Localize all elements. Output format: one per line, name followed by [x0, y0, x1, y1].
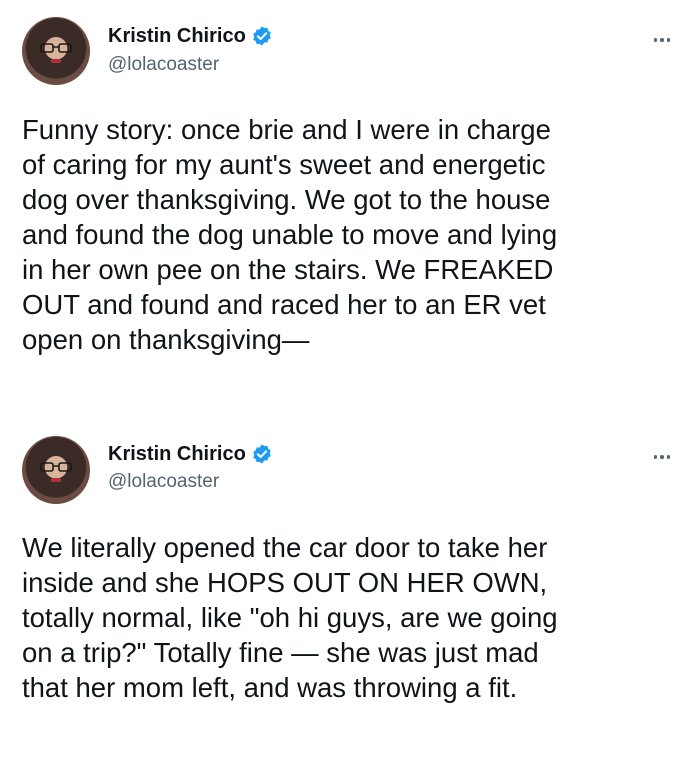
- author-name-row: Kristin Chirico: [108, 24, 273, 48]
- author-handle[interactable]: @lolacoaster: [108, 53, 219, 77]
- tweet-text: Funny story: once brie and I were in cha…: [22, 114, 558, 355]
- more-options-icon[interactable]: [646, 30, 678, 50]
- avatar-lips: [51, 478, 61, 482]
- verified-badge-icon: [253, 26, 271, 46]
- author-avatar[interactable]: [22, 17, 90, 85]
- glasses-icon: [40, 43, 72, 53]
- more-options-icon[interactable]: [646, 447, 678, 467]
- avatar-lips: [51, 59, 61, 63]
- tweet-2[interactable]: Kristin Chirico @lolacoaster We literall…: [0, 418, 700, 759]
- author-handle[interactable]: @lolacoaster: [108, 470, 219, 494]
- glasses-icon: [40, 462, 72, 472]
- author-name-row: Kristin Chirico: [108, 442, 273, 466]
- tweet-1[interactable]: Kristin Chirico @lolacoaster Funny story…: [0, 0, 700, 418]
- author-name[interactable]: Kristin Chirico: [108, 24, 246, 48]
- verified-badge-icon: [253, 444, 271, 464]
- author-avatar[interactable]: [22, 436, 90, 504]
- tweet-text: We literally opened the car door to take…: [22, 532, 558, 703]
- author-name[interactable]: Kristin Chirico: [108, 442, 246, 466]
